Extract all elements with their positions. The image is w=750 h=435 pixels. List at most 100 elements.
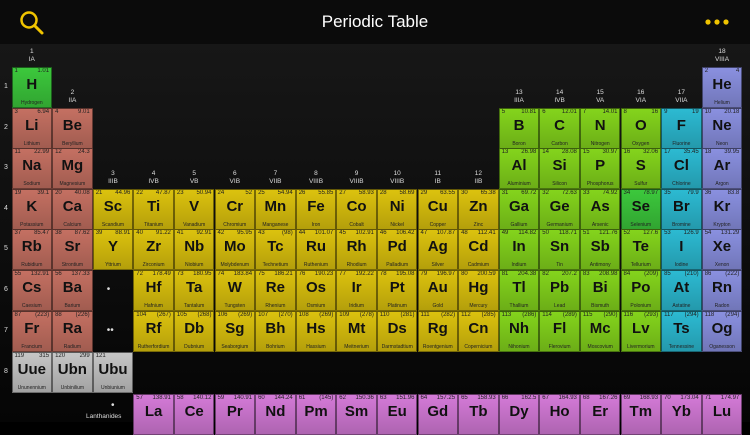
element-tb[interactable]: 65 158.93 Tb xyxy=(458,394,499,435)
element-la[interactable]: 57 138.91 La xyxy=(133,394,174,435)
element-in[interactable]: 49 114.82 In Indium xyxy=(498,229,540,270)
element-ir[interactable]: 77 192.22 Ir Iridium xyxy=(336,270,377,311)
element-ne[interactable]: 10 20.18 Ne Neon xyxy=(701,108,743,149)
element-nd[interactable]: 60 144.24 Nd xyxy=(255,394,296,435)
element-v[interactable]: 23 50.94 V Vanadium xyxy=(173,189,215,230)
element-te[interactable]: 52 127.6 Te Tellurium xyxy=(620,229,662,270)
element-pt[interactable]: 78 195.08 Pt Platinum xyxy=(376,270,418,311)
element-mg[interactable]: 12 24.3 Mg Magnesium xyxy=(52,148,93,189)
element-ubu[interactable]: 121 Ubu Unbiunium xyxy=(92,352,134,393)
element-lu[interactable]: 71 174.97 Lu xyxy=(701,394,743,435)
element-yb[interactable]: 70 173.04 Yb xyxy=(661,394,702,435)
search-icon[interactable] xyxy=(18,9,46,37)
element-og[interactable]: 118 (294) Og Oganesson xyxy=(701,311,743,352)
element-mt[interactable]: 109 (278) Mt Meitnerium xyxy=(336,311,377,352)
element-cn[interactable]: 112 (285) Cn Copernicium xyxy=(458,311,499,352)
element-ca[interactable]: 20 40.08 Ca Calcium xyxy=(52,189,93,230)
element-ra[interactable]: 88 (226) Ra Radium xyxy=(52,311,93,352)
element-ho[interactable]: 67 164.93 Ho xyxy=(539,394,580,435)
element-pd[interactable]: 46 106.42 Pd Palladium xyxy=(376,229,418,270)
element-sm[interactable]: 62 150.36 Sm xyxy=(336,394,377,435)
element-hf[interactable]: 72 178.49 Hf Hafnium xyxy=(133,270,174,311)
element-ag[interactable]: 47 107.87 Ag Silver xyxy=(417,229,459,270)
element-p[interactable]: 15 30.97 P Phosphorus xyxy=(579,148,621,189)
element-at[interactable]: 85 (210) At Astatine xyxy=(661,270,702,311)
element-pb[interactable]: 82 207.2 Pb Lead xyxy=(539,270,580,311)
element-se[interactable]: 34 78.97 Se Selenium xyxy=(620,189,662,230)
element-cu[interactable]: 29 63.55 Cu Copper xyxy=(417,189,459,230)
element-si[interactable]: 14 28.08 Si Silicon xyxy=(539,148,580,189)
element-rn[interactable]: 86 (222) Rn Radon xyxy=(701,270,743,311)
element-sb[interactable]: 51 121.76 Sb Antimony xyxy=(579,229,621,270)
element-ni[interactable]: 28 58.69 Ni Nickel xyxy=(376,189,418,230)
element-rb[interactable]: 37 85.47 Rb Rubidium xyxy=(11,229,53,270)
element-fr[interactable]: 87 (223) Fr Francium xyxy=(11,311,53,352)
element-tc[interactable]: 43 (98) Tc Technetium xyxy=(255,229,296,270)
element-fl[interactable]: 114 (289) Fl Flerovium xyxy=(539,311,580,352)
element-cr[interactable]: 24 52 Cr Chromium xyxy=(214,189,256,230)
element-ar[interactable]: 18 39.95 Ar Argon xyxy=(701,148,743,189)
element-cd[interactable]: 48 112.41 Cd Cadmium xyxy=(458,229,499,270)
element-fe[interactable]: 26 55.85 Fe Iron xyxy=(295,189,337,230)
element-xe[interactable]: 54 131.29 Xe Xenon xyxy=(701,229,743,270)
element-er[interactable]: 68 167.26 Er xyxy=(579,394,621,435)
element-ga[interactable]: 31 69.72 Ga Gallium xyxy=(498,189,540,230)
element-mc[interactable]: 115 (290) Mc Moscovium xyxy=(579,311,621,352)
element-cl[interactable]: 17 35.45 Cl Chlorine xyxy=(661,148,702,189)
element-c[interactable]: 6 12.01 C Carbon xyxy=(539,108,580,149)
element-sr[interactable]: 38 87.62 Sr Strontium xyxy=(52,229,93,270)
element-dy[interactable]: 66 162.5 Dy xyxy=(498,394,540,435)
element-po[interactable]: 84 (209) Po Polonium xyxy=(620,270,662,311)
element-mn[interactable]: 25 54.94 Mn Manganese xyxy=(255,189,296,230)
element-ds[interactable]: 110 (281) Ds Darmstadtium xyxy=(376,311,418,352)
element-w[interactable]: 74 183.84 W Tungsten xyxy=(214,270,256,311)
element-sg[interactable]: 106 (269) Sg Seaborgium xyxy=(214,311,256,352)
element-mo[interactable]: 42 95.95 Mo Molybdenum xyxy=(214,229,256,270)
element-k[interactable]: 19 39.1 K Potassium xyxy=(11,189,53,230)
element-na[interactable]: 11 22.99 Na Sodium xyxy=(11,148,53,189)
element-pr[interactable]: 59 140.91 Pr xyxy=(214,394,256,435)
element-hg[interactable]: 80 200.59 Hg Mercury xyxy=(458,270,499,311)
element-ge[interactable]: 32 72.63 Ge Germanium xyxy=(539,189,580,230)
element-li[interactable]: 3 6.94 Li Lithium xyxy=(11,108,53,149)
more-options-icon[interactable] xyxy=(702,13,732,31)
element-ts[interactable]: 117 (294) Ts Tennessine xyxy=(661,311,702,352)
element-uue[interactable]: 119 315 Uue Ununennium xyxy=(11,352,53,393)
element-ubn[interactable]: 120 299 Ubn Unbinilium xyxy=(52,352,93,393)
element-bh[interactable]: 107 (270) Bh Bohrium xyxy=(255,311,296,352)
element-lv[interactable]: 116 (293) Lv Livermorium xyxy=(620,311,662,352)
element-kr[interactable]: 36 83.8 Kr Krypton xyxy=(701,189,743,230)
element-ce[interactable]: 58 140.12 Ce xyxy=(173,394,215,435)
element-re[interactable]: 75 186.21 Re Rhenium xyxy=(255,270,296,311)
element-al[interactable]: 13 26.98 Al Aluminium xyxy=(498,148,540,189)
element-y[interactable]: 39 88.91 Y Yttrium xyxy=(92,229,134,270)
element-sc[interactable]: 21 44.96 Sc Scandium xyxy=(92,189,134,230)
element-co[interactable]: 27 58.93 Co Cobalt xyxy=(336,189,377,230)
element-ta[interactable]: 73 180.95 Ta Tantalum xyxy=(173,270,215,311)
element-tl[interactable]: 81 204.38 Tl Thallium xyxy=(498,270,540,311)
element-db[interactable]: 105 (268) Db Dubnium xyxy=(173,311,215,352)
element-s[interactable]: 16 32.06 S Sulfur xyxy=(620,148,662,189)
element-ru[interactable]: 44 101.07 Ru Ruthenium xyxy=(295,229,337,270)
element-rh[interactable]: 45 102.91 Rh Rhodium xyxy=(336,229,377,270)
element-sn[interactable]: 50 118.71 Sn Tin xyxy=(539,229,580,270)
element-f[interactable]: 9 19 F Fluorine xyxy=(661,108,702,149)
element-nb[interactable]: 41 92.91 Nb Niobium xyxy=(173,229,215,270)
element-o[interactable]: 8 16 O Oxygen xyxy=(620,108,662,149)
element-be[interactable]: 4 9.01 Be Beryllium xyxy=(52,108,93,149)
element-hs[interactable]: 108 (269) Hs Hassium xyxy=(295,311,337,352)
element-tm[interactable]: 69 168.93 Tm xyxy=(620,394,662,435)
element-zn[interactable]: 30 65.38 Zn Zinc xyxy=(458,189,499,230)
element-i[interactable]: 53 126.9 I Iodine xyxy=(661,229,702,270)
element-rg[interactable]: 111 (282) Rg Roentgenium xyxy=(417,311,459,352)
element-gd[interactable]: 64 157.25 Gd xyxy=(417,394,459,435)
element-ba[interactable]: 56 137.33 Ba Barium xyxy=(52,270,93,311)
element-he[interactable]: 2 4 He Helium xyxy=(701,67,743,108)
element-pm[interactable]: 61 (145) Pm xyxy=(295,394,337,435)
element-bi[interactable]: 83 208.98 Bi Bismuth xyxy=(579,270,621,311)
element-as[interactable]: 33 74.92 As Arsenic xyxy=(579,189,621,230)
element-rf[interactable]: 104 (267) Rf Rutherfordium xyxy=(133,311,174,352)
element-eu[interactable]: 63 151.96 Eu xyxy=(376,394,418,435)
element-h[interactable]: 1 1.01 H Hydrogen xyxy=(11,67,53,108)
element-cs[interactable]: 55 132.91 Cs Caesium xyxy=(11,270,53,311)
